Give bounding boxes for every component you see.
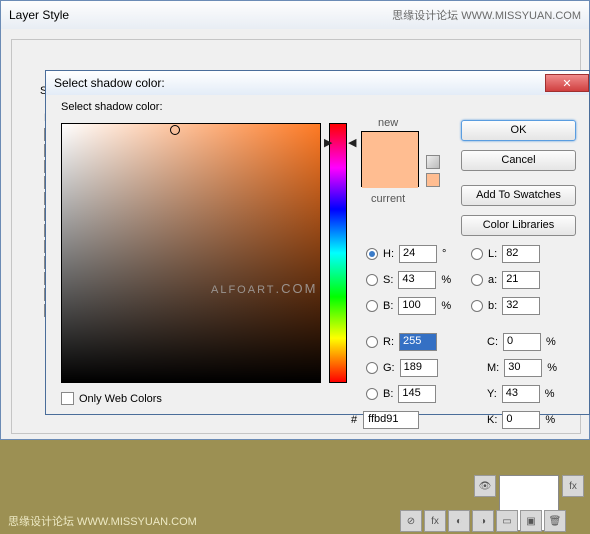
radio-bv[interactable] <box>366 300 378 312</box>
hue-arrow-left-icon[interactable]: ▶ <box>324 136 332 149</box>
layers-panel-icons: ⊘ fx ◐ ◑ ▭ ▣ 🗑 <box>400 510 566 532</box>
field-bb: B: 145 <box>366 385 436 403</box>
m-label: M: <box>487 362 499 374</box>
radio-a[interactable] <box>471 274 483 286</box>
hex-field: # ffbd91 <box>351 411 419 429</box>
title-tagline: 思缘设计论坛 WWW.MISSYUAN.COM <box>392 7 581 23</box>
add-to-swatches-button[interactable]: Add To Swatches <box>461 185 576 206</box>
picker-prompt: Select shadow color: <box>61 101 163 113</box>
l-label: L: <box>488 248 497 260</box>
fx-badge[interactable]: fx <box>562 475 584 497</box>
close-button[interactable]: ✕ <box>545 74 589 92</box>
k-input[interactable]: 0 <box>502 411 540 429</box>
g-label: G: <box>383 362 395 374</box>
color-field[interactable] <box>61 123 321 383</box>
dialog-title: Select shadow color: <box>54 76 165 90</box>
hex-label: # <box>351 414 357 426</box>
field-g: G: 189 <box>366 359 438 377</box>
r-input[interactable]: 255 <box>399 333 437 351</box>
ok-button[interactable]: OK <box>461 120 576 141</box>
g-input[interactable]: 189 <box>400 359 438 377</box>
owc-label: Only Web Colors <box>79 393 162 405</box>
link-icon[interactable]: ⊘ <box>400 510 422 532</box>
field-s: S: 43 % <box>366 271 451 289</box>
fx-icon[interactable]: fx <box>424 510 446 532</box>
preview-current-swatch <box>362 160 418 188</box>
field-l: L: 82 <box>471 245 540 263</box>
m-unit: % <box>547 362 557 374</box>
bv-unit: % <box>441 300 451 312</box>
color-picker-body: Select shadow color: ▶ ◀ new current OK … <box>46 95 589 414</box>
bv-label: B: <box>383 300 393 312</box>
new-layer-icon[interactable]: ▣ <box>520 510 542 532</box>
radio-r[interactable] <box>366 336 378 348</box>
preview-new-swatch <box>362 132 418 160</box>
color-preview[interactable] <box>361 131 419 187</box>
b-label: b: <box>488 300 497 312</box>
hue-arrow-right-icon[interactable]: ◀ <box>348 136 356 149</box>
y-label: Y: <box>487 388 497 400</box>
field-r: R: 255 <box>366 333 437 351</box>
color-selection-circle-icon[interactable] <box>170 125 180 135</box>
radio-b[interactable] <box>471 300 483 312</box>
a-input[interactable]: 21 <box>502 271 540 289</box>
color-picker-window: Select shadow color: ✕ Select shadow col… <box>45 70 590 415</box>
field-c: C: 0 % <box>487 333 556 351</box>
radio-g[interactable] <box>366 362 378 374</box>
new-label: new <box>378 117 398 129</box>
field-bv: B: 100 % <box>366 297 451 315</box>
bb-label: B: <box>383 388 393 400</box>
watermark: Alfoart.com <box>211 277 317 298</box>
bottom-watermark: 思缘设计论坛 WWW.MISSYUAN.COM <box>8 513 197 529</box>
r-label: R: <box>383 336 394 348</box>
s-unit: % <box>441 274 451 286</box>
color-libraries-button[interactable]: Color Libraries <box>461 215 576 236</box>
hex-input[interactable]: ffbd91 <box>363 411 419 429</box>
k-label: K: <box>487 414 497 426</box>
radio-l[interactable] <box>471 248 483 260</box>
field-b: b: 32 <box>471 297 540 315</box>
mask-icon[interactable]: ◐ <box>448 510 470 532</box>
field-k: K: 0 % <box>487 411 555 429</box>
window-title: Layer Style <box>9 8 69 22</box>
field-m: M: 30 % <box>487 359 557 377</box>
trash-icon[interactable]: 🗑 <box>544 510 566 532</box>
h-unit: ° <box>442 248 446 260</box>
adjust-icon[interactable]: ◑ <box>472 510 494 532</box>
field-h: H: 24 ° <box>366 245 446 263</box>
bv-input[interactable]: 100 <box>398 297 436 315</box>
c-unit: % <box>546 336 556 348</box>
a-label: a: <box>488 274 497 286</box>
swatch-icon[interactable] <box>426 173 440 187</box>
m-input[interactable]: 30 <box>504 359 542 377</box>
radio-h[interactable] <box>366 248 378 260</box>
k-unit: % <box>545 414 555 426</box>
layer-style-titlebar[interactable]: Layer Style 思缘设计论坛 WWW.MISSYUAN.COM <box>1 1 589 29</box>
s-input[interactable]: 43 <box>398 271 436 289</box>
b-input[interactable]: 32 <box>502 297 540 315</box>
c-input[interactable]: 0 <box>503 333 541 351</box>
radio-s[interactable] <box>366 274 378 286</box>
s-label: S: <box>383 274 393 286</box>
h-input[interactable]: 24 <box>399 245 437 263</box>
eye-icon[interactable]: 👁 <box>474 475 496 497</box>
field-y: Y: 43 % <box>487 385 555 403</box>
color-picker-titlebar[interactable]: Select shadow color: ✕ <box>46 71 589 95</box>
cube-icon[interactable] <box>426 155 440 169</box>
y-input[interactable]: 43 <box>502 385 540 403</box>
h-label: H: <box>383 248 394 260</box>
cancel-button[interactable]: Cancel <box>461 150 576 171</box>
radio-bb[interactable] <box>366 388 378 400</box>
folder-icon[interactable]: ▭ <box>496 510 518 532</box>
field-a: a: 21 <box>471 271 540 289</box>
checkbox-icon[interactable] <box>61 392 74 405</box>
current-label: current <box>371 193 405 205</box>
l-input[interactable]: 82 <box>502 245 540 263</box>
hue-slider[interactable] <box>329 123 347 383</box>
only-web-colors[interactable]: Only Web Colors <box>61 392 162 405</box>
y-unit: % <box>545 388 555 400</box>
bb-input[interactable]: 145 <box>398 385 436 403</box>
c-label: C: <box>487 336 498 348</box>
